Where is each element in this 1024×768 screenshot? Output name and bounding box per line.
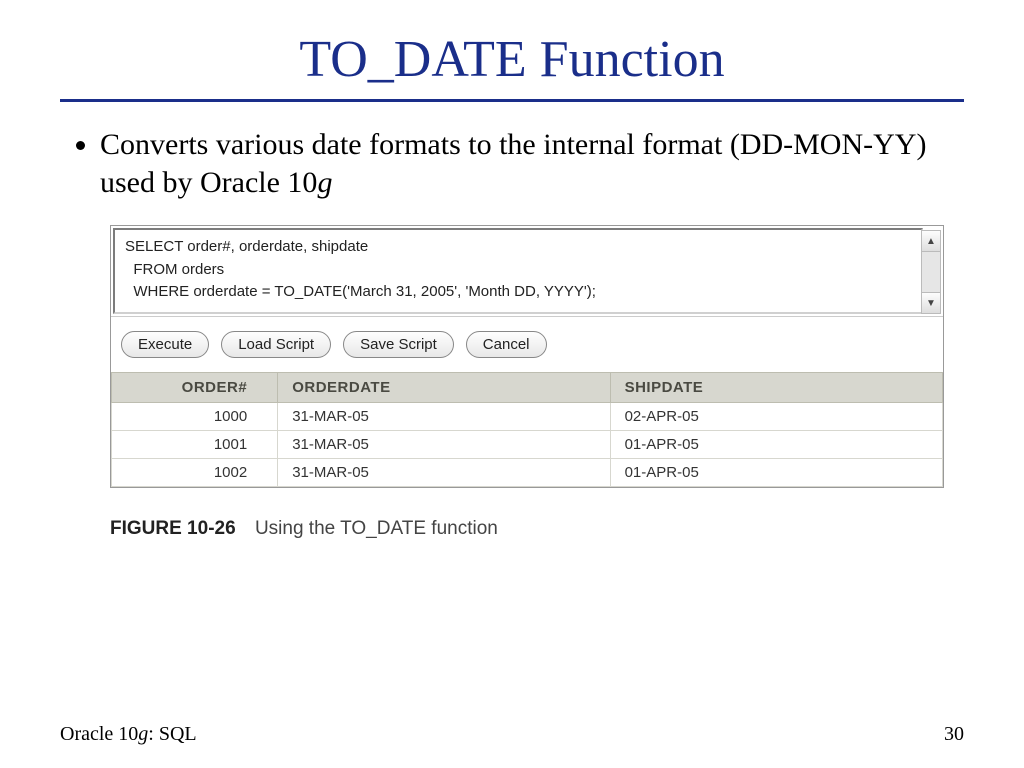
execute-button[interactable]: Execute <box>121 331 209 358</box>
title-divider <box>60 99 964 102</box>
cell-orderdate: 31-MAR-05 <box>278 431 610 459</box>
cell-orderdate: 31-MAR-05 <box>278 403 610 431</box>
cell-order: 1001 <box>112 431 278 459</box>
save-script-button[interactable]: Save Script <box>343 331 454 358</box>
footer-page-number: 30 <box>944 723 964 746</box>
footer-book-prefix: Oracle 10 <box>60 723 138 745</box>
scroll-down-icon[interactable]: ▼ <box>922 292 940 313</box>
sql-textarea[interactable]: SELECT order#, orderdate, shipdate FROM … <box>113 228 923 314</box>
table-row: 1002 31-MAR-05 01-APR-05 <box>112 459 943 487</box>
figure-caption-text: Using the TO_DATE function <box>255 518 498 539</box>
table-row: 1001 31-MAR-05 01-APR-05 <box>112 431 943 459</box>
slide-footer: Oracle 10g: SQL 30 <box>60 723 964 746</box>
footer-book-suffix: : SQL <box>148 723 196 745</box>
col-header-orderdate: ORDERDATE <box>278 373 610 403</box>
col-header-order: ORDER# <box>112 373 278 403</box>
footer-book: Oracle 10g: SQL <box>60 723 197 746</box>
sql-editor-wrap: SELECT order#, orderdate, shipdate FROM … <box>111 228 943 317</box>
load-script-button[interactable]: Load Script <box>221 331 331 358</box>
sql-screenshot: SELECT order#, orderdate, shipdate FROM … <box>110 225 944 488</box>
bullet-item: Converts various date formats to the int… <box>100 126 964 201</box>
footer-book-italic: g <box>138 723 148 745</box>
figure-caption: FIGURE 10-26 Using the TO_DATE function <box>110 518 964 540</box>
cell-order: 1000 <box>112 403 278 431</box>
cancel-button[interactable]: Cancel <box>466 331 547 358</box>
cell-order: 1002 <box>112 459 278 487</box>
button-row: Execute Load Script Save Script Cancel <box>111 317 943 372</box>
results-table: ORDER# ORDERDATE SHIPDATE 1000 31-MAR-05… <box>111 372 943 487</box>
cell-shipdate: 01-APR-05 <box>610 459 942 487</box>
scroll-up-icon[interactable]: ▲ <box>922 231 940 252</box>
cell-orderdate: 31-MAR-05 <box>278 459 610 487</box>
cell-shipdate: 02-APR-05 <box>610 403 942 431</box>
table-header-row: ORDER# ORDERDATE SHIPDATE <box>112 373 943 403</box>
figure-label: FIGURE 10-26 <box>110 518 236 539</box>
bullet-text: Converts various date formats to the int… <box>100 128 926 199</box>
col-header-shipdate: SHIPDATE <box>610 373 942 403</box>
table-row: 1000 31-MAR-05 02-APR-05 <box>112 403 943 431</box>
scrollbar[interactable]: ▲ ▼ <box>921 230 941 314</box>
slide: TO_DATE Function Converts various date f… <box>0 0 1024 768</box>
bullet-list: Converts various date formats to the int… <box>72 126 964 201</box>
bullet-text-italic: g <box>317 166 332 199</box>
cell-shipdate: 01-APR-05 <box>610 431 942 459</box>
slide-title: TO_DATE Function <box>60 30 964 89</box>
